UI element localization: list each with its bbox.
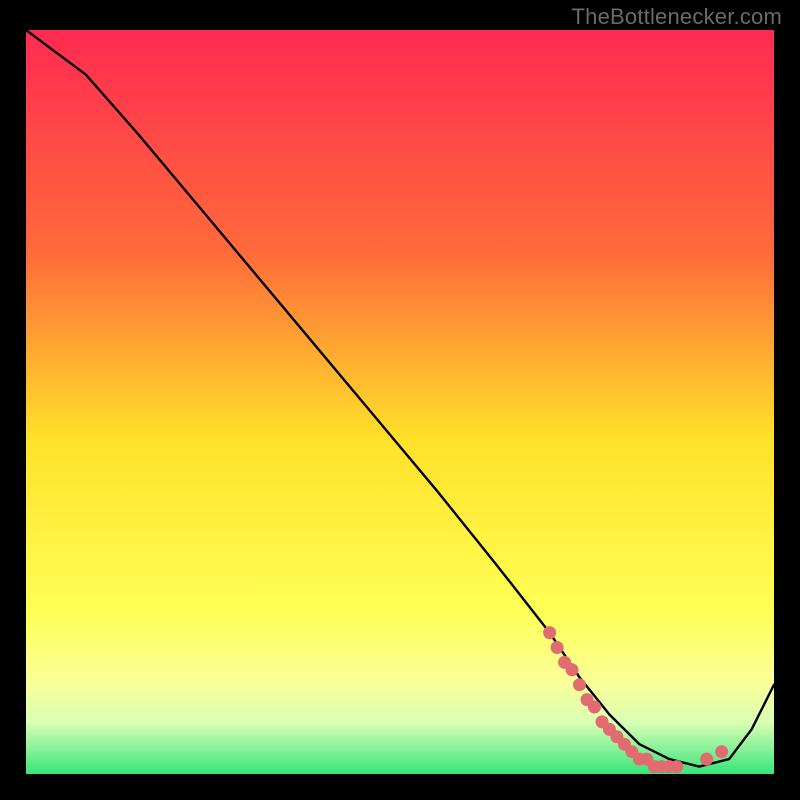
highlight-marker (670, 760, 683, 773)
highlight-marker (700, 753, 713, 766)
highlight-marker (543, 626, 556, 639)
highlight-marker (715, 745, 728, 758)
highlight-marker (551, 641, 564, 654)
attribution-text: TheBottlenecker.com (572, 4, 782, 30)
chart-svg (26, 30, 774, 774)
highlight-marker (588, 701, 601, 714)
gradient-bg (26, 30, 774, 774)
chart-stage: TheBottlenecker.com (0, 0, 800, 800)
highlight-marker (566, 663, 579, 676)
plot-area (26, 30, 774, 774)
highlight-marker (573, 678, 586, 691)
